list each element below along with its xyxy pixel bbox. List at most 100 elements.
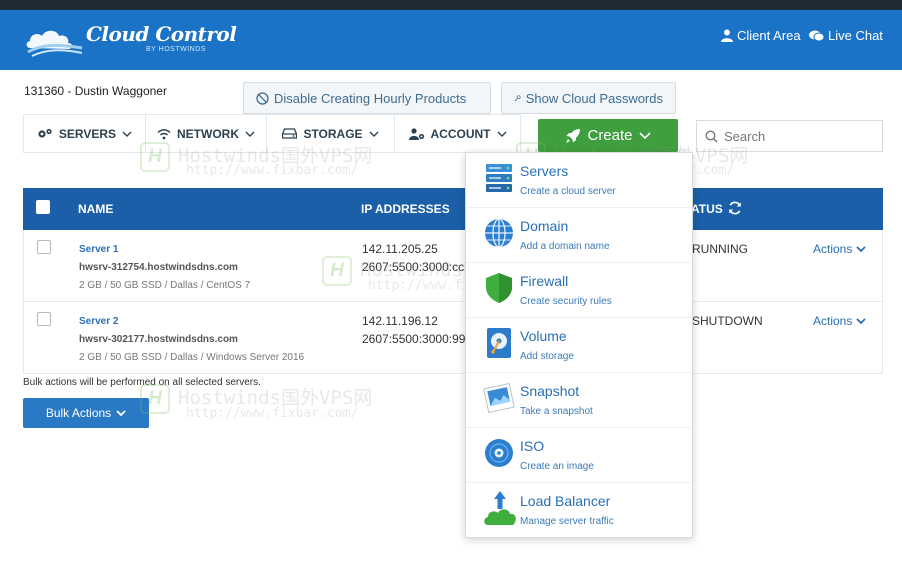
server-status: RUNNING	[692, 242, 748, 256]
status-column-header: ATUS	[691, 202, 723, 216]
menu-item-subtitle: Take a snapshot	[520, 406, 593, 417]
logo-subtitle: BY HOSTWINDS	[146, 46, 206, 53]
nav-storage[interactable]: STORAGE	[267, 115, 395, 152]
row-checkbox[interactable]	[37, 240, 51, 254]
table-row: Server 2 hwsrv-302177.hostwindsdns.com 2…	[23, 302, 883, 374]
key-icon	[514, 94, 521, 101]
cogs-icon	[38, 128, 52, 138]
nav-storage-label: STORAGE	[303, 126, 363, 141]
rocket-icon	[566, 128, 581, 143]
chevron-down-icon	[638, 132, 651, 139]
menu-item-title: Volume	[520, 328, 567, 344]
actions-label: Actions	[813, 242, 853, 256]
volume-icon	[487, 328, 511, 358]
cloud-control-logo[interactable]: Cloud Control BY HOSTWINDS	[24, 20, 237, 60]
row-actions-button[interactable]: Actions	[813, 314, 866, 328]
table-row: Server 1 hwsrv-312754.hostwindsdns.com 2…	[23, 230, 883, 302]
nav-network-label: NETWORK	[177, 126, 239, 141]
bulk-actions-button[interactable]: Bulk Actions	[23, 398, 149, 428]
server-ipv4: 142.11.196.12	[362, 314, 438, 328]
menu-item-volume[interactable]: Volume Add storage	[466, 318, 692, 373]
server-ipv4: 142.11.205.25	[362, 242, 438, 256]
nav-network[interactable]: NETWORK	[146, 115, 267, 152]
disc-icon	[485, 439, 513, 467]
menu-item-title: Load Balancer	[520, 493, 611, 509]
show-passwords-button[interactable]: Show Cloud Passwords	[501, 82, 676, 114]
search-field[interactable]: Search	[696, 120, 883, 152]
menu-item-subtitle: Create security rules	[520, 296, 612, 307]
actions-label: Actions	[813, 314, 853, 328]
server-spec: 2 GB / 50 GB SSD / Dallas / CentOS 7	[79, 280, 251, 291]
menu-item-subtitle: Add storage	[520, 351, 574, 362]
menu-item-domain[interactable]: Domain Add a domain name	[466, 208, 692, 263]
menu-item-load-balancer[interactable]: Load Balancer Manage server traffic	[466, 483, 692, 538]
wifi-icon	[157, 128, 171, 139]
row-checkbox[interactable]	[37, 312, 51, 326]
server-name-link[interactable]: Server 1	[79, 244, 118, 255]
row-actions-button[interactable]: Actions	[813, 242, 866, 256]
servers-icon	[486, 164, 512, 192]
create-button[interactable]: Create	[538, 119, 678, 152]
hdd-icon	[282, 128, 298, 139]
user-icon	[721, 29, 733, 42]
disable-hourly-label: Disable Creating Hourly Products	[274, 90, 467, 106]
menu-item-title: Firewall	[520, 273, 569, 289]
live-chat-link[interactable]: Live Chat	[809, 28, 883, 43]
servers-table-header: NAME IP ADDRESSES ATUS	[23, 188, 883, 230]
nav-account-label: ACCOUNT	[430, 126, 491, 141]
logo-title: Cloud Control	[86, 22, 237, 46]
load-balancer-icon	[484, 491, 516, 525]
chevron-down-icon	[116, 410, 126, 416]
bulk-actions-note: Bulk actions will be performed on all se…	[23, 377, 261, 388]
app-header: Cloud Control BY HOSTWINDS Client Area L…	[0, 10, 902, 70]
chevron-down-icon	[369, 131, 379, 137]
shield-icon	[486, 273, 512, 303]
menu-item-servers[interactable]: Servers Create a cloud server	[466, 153, 692, 208]
create-label: Create	[587, 127, 633, 144]
server-spec: 2 GB / 50 GB SSD / Dallas / Windows Serv…	[79, 352, 305, 363]
snapshot-icon	[483, 382, 515, 414]
account-id: 131360 - Dustin Waggoner	[24, 84, 167, 98]
chevron-down-icon	[497, 131, 506, 137]
menu-item-iso[interactable]: ISO Create an image	[466, 428, 692, 483]
refresh-icon[interactable]	[728, 201, 742, 215]
live-chat-label: Live Chat	[828, 28, 883, 43]
menu-item-title: Domain	[520, 218, 569, 234]
menu-item-snapshot[interactable]: Snapshot Take a snapshot	[466, 373, 692, 428]
server-hostname: hwsrv-312754.hostwindsdns.com	[79, 262, 238, 273]
disable-hourly-button[interactable]: Disable Creating Hourly Products	[243, 82, 491, 114]
server-ipv6: 2607:5500:3000:cc	[362, 260, 465, 274]
server-ipv6: 2607:5500:3000:99	[362, 332, 466, 346]
main-nav: SERVERS NETWORK STORAGE ACCOUNT	[23, 114, 521, 153]
watermark-url: http://www.fixbar.com/	[186, 163, 359, 178]
globe-icon	[485, 218, 513, 248]
cloud-logo-icon	[26, 30, 83, 57]
nav-account[interactable]: ACCOUNT	[395, 115, 521, 152]
chevron-down-icon	[122, 131, 132, 137]
ip-column-header: IP ADDRESSES	[361, 202, 450, 216]
nav-servers[interactable]: SERVERS	[24, 115, 146, 152]
server-status: SHUTDOWN	[692, 314, 763, 328]
chevron-down-icon	[856, 318, 866, 324]
server-hostname: hwsrv-302177.hostwindsdns.com	[79, 334, 238, 345]
menu-item-subtitle: Add a domain name	[520, 241, 610, 252]
top-strip	[0, 0, 902, 10]
ban-icon	[256, 91, 269, 105]
name-column-header: NAME	[78, 202, 114, 216]
server-name-link[interactable]: Server 2	[79, 316, 118, 327]
create-dropdown-menu: Servers Create a cloud server Domain Add…	[465, 152, 693, 538]
user-cog-icon	[408, 127, 424, 140]
menu-item-title: Servers	[520, 163, 569, 179]
menu-item-title: ISO	[520, 438, 545, 454]
chat-icon	[809, 30, 824, 41]
chevron-down-icon	[856, 246, 866, 252]
menu-item-firewall[interactable]: Firewall Create security rules	[466, 263, 692, 318]
show-passwords-label: Show Cloud Passwords	[525, 90, 663, 106]
select-all-checkbox[interactable]	[36, 200, 50, 214]
bulk-actions-label: Bulk Actions	[45, 406, 112, 420]
menu-item-title: Snapshot	[520, 383, 580, 399]
client-area-link[interactable]: Client Area	[721, 28, 801, 43]
chevron-down-icon	[245, 131, 255, 137]
client-area-label: Client Area	[737, 28, 801, 43]
search-placeholder: Search	[724, 128, 766, 144]
